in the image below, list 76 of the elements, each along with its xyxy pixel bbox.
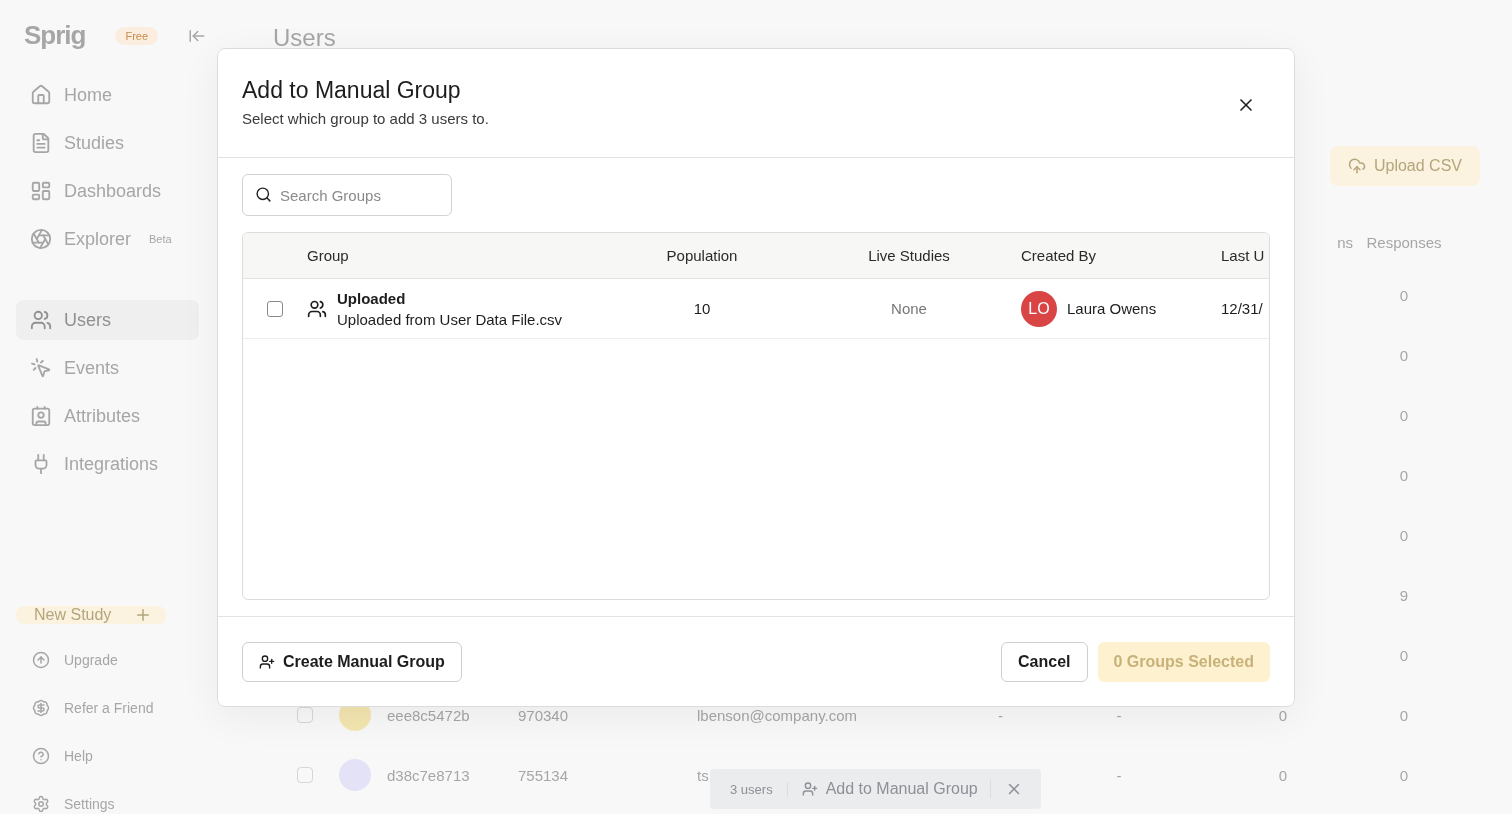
users-icon <box>307 298 327 319</box>
new-study-button[interactable]: New Study <box>16 606 166 624</box>
table-cell: ts <box>697 766 709 784</box>
column-header: Responses <box>1366 234 1442 251</box>
table-cell: 0 <box>1399 346 1409 364</box>
table-cell: - <box>998 706 1003 724</box>
table-cell: None <box>891 300 927 317</box>
arrow-up-circle-icon <box>32 651 50 669</box>
contact-icon <box>30 405 52 427</box>
sidebar-link[interactable]: Settings <box>16 788 199 814</box>
table-cell: 10 <box>693 300 711 317</box>
dollar-badge-icon <box>32 699 50 717</box>
table-cell: eee8c5472b <box>387 706 470 724</box>
dialog-subtitle: Select which group to add 3 users to. <box>242 110 490 127</box>
nav-item[interactable]: Integrations <box>16 444 199 484</box>
nav-item[interactable]: Studies <box>16 123 199 163</box>
nav-item[interactable]: Explorer Beta <box>16 219 199 259</box>
user-plus-icon <box>259 653 275 670</box>
table-cell: d38c7e8713 <box>387 766 470 784</box>
user-plus-icon <box>801 781 818 797</box>
column-header: Last U <box>1221 247 1265 264</box>
cloud-upload-icon <box>1347 157 1366 175</box>
table-cell: 0 <box>1399 466 1409 484</box>
column-header: Group <box>307 247 349 264</box>
upload-csv-button[interactable]: Upload CSV <box>1329 146 1480 186</box>
column-header: Population <box>666 247 738 264</box>
sidebar-link[interactable]: Refer a Friend <box>16 692 199 724</box>
table-cell: - <box>1116 706 1122 724</box>
table-cell: 0 <box>1278 766 1288 784</box>
help-icon <box>32 747 50 765</box>
add-to-group-button[interactable]: Add to Manual Group <box>801 780 991 798</box>
plan-badge: Free <box>115 26 159 45</box>
nav-item[interactable]: Attributes <box>16 396 199 436</box>
dashboard-icon <box>30 180 52 202</box>
table-cell: 755134 <box>518 766 569 784</box>
table-cell: 12/31/ <box>1221 300 1263 317</box>
sidebar-link[interactable]: Upgrade <box>16 644 199 676</box>
house-icon <box>30 84 52 106</box>
users-icon <box>30 309 52 331</box>
settings-icon <box>32 795 50 813</box>
table-cell: 0 <box>1399 706 1409 724</box>
table-cell: - <box>1116 766 1122 784</box>
table-cell: 9 <box>1399 586 1409 604</box>
nav-item[interactable]: Events <box>16 348 199 388</box>
page-title: Users <box>273 24 337 52</box>
nav-item[interactable]: Dashboards <box>16 171 199 211</box>
beta-label: Beta <box>149 233 172 245</box>
search-field[interactable]: Search Groups <box>242 174 452 216</box>
selection-count: 3 users <box>730 781 788 797</box>
logo: Sprig <box>24 20 86 51</box>
table-cell: 0 <box>1399 286 1409 304</box>
create-group-button[interactable]: Create Manual Group <box>242 641 462 682</box>
document-icon <box>30 132 52 154</box>
creator-name: Laura Owens <box>1067 300 1157 317</box>
table-cell: 970340 <box>518 706 569 724</box>
cancel-button[interactable]: Cancel <box>1001 641 1088 682</box>
table-cell: 0 <box>1278 706 1288 724</box>
table-cell: 0 <box>1399 766 1409 784</box>
table-cell: 0 <box>1399 406 1409 424</box>
sidebar-link[interactable]: Help <box>16 740 199 772</box>
nav-item[interactable]: Users <box>16 300 199 340</box>
table-cell: 0 <box>1399 526 1409 544</box>
table-cell: lbenson@company.com <box>697 706 858 724</box>
table-cell: 0 <box>1399 646 1409 664</box>
column-header: Live Studies <box>868 247 950 264</box>
pointer-icon <box>30 357 52 379</box>
aperture-icon <box>30 228 52 250</box>
row-checkbox[interactable] <box>267 300 283 317</box>
group-description: Uploaded from User Data File.csv <box>337 310 563 328</box>
column-header: ns <box>1337 234 1353 251</box>
user-avatar: LO <box>1021 290 1057 327</box>
plus-icon <box>134 606 152 624</box>
column-header: Created By <box>1021 247 1097 264</box>
nav-item[interactable]: Home <box>16 75 199 115</box>
group-name: Uploaded <box>337 289 407 307</box>
dialog-title: Add to Manual Group <box>242 77 462 104</box>
